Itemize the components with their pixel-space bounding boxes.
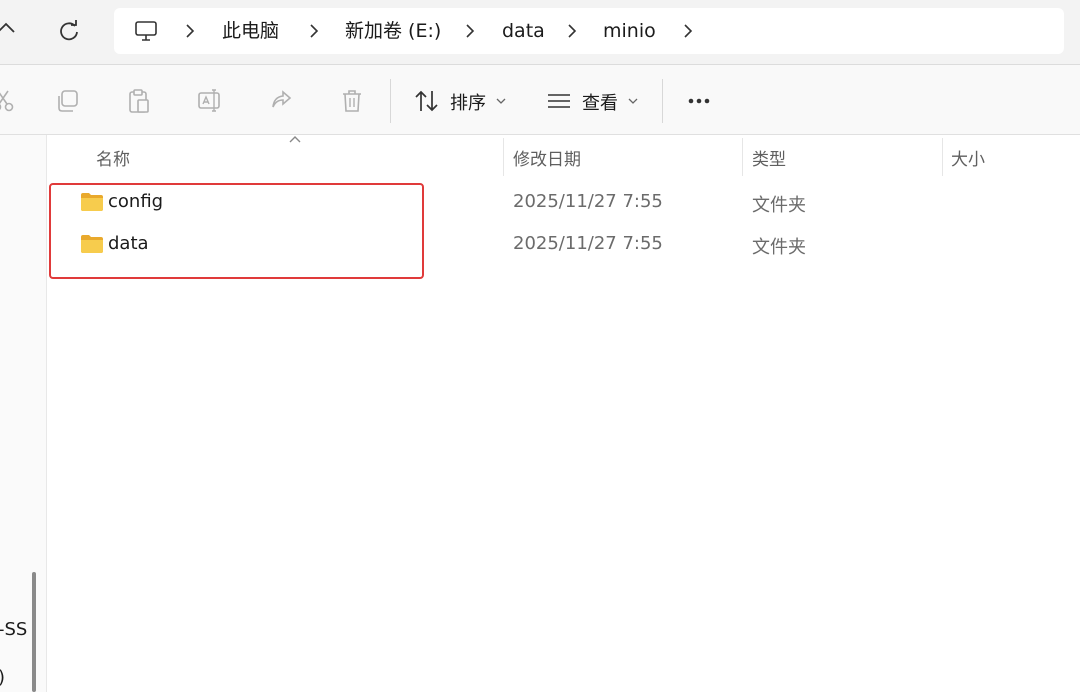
chevron-down-icon: [496, 98, 506, 104]
column-header-size[interactable]: 大小: [951, 145, 985, 170]
chevron-down-icon: [628, 98, 638, 104]
sort-label: 排序: [450, 93, 486, 114]
more-options-icon[interactable]: [686, 87, 714, 115]
breadcrumb-chevron-icon[interactable]: [182, 23, 198, 39]
refresh-icon[interactable]: [56, 18, 82, 44]
breadcrumb-chevron-icon[interactable]: [564, 23, 580, 39]
column-header-name[interactable]: 名称: [96, 145, 130, 170]
file-type: 文件夹: [752, 195, 806, 216]
navigation-pane: -SS ): [0, 135, 46, 692]
breadcrumb-item-this-pc[interactable]: 此电脑: [222, 8, 279, 54]
breadcrumb-chevron-icon[interactable]: [680, 23, 696, 39]
breadcrumb-item-data[interactable]: data: [502, 8, 545, 54]
breadcrumb-chevron-icon[interactable]: [306, 23, 322, 39]
toolbar-separator: [390, 79, 391, 123]
column-header-type[interactable]: 类型: [752, 145, 786, 170]
up-arrow-icon[interactable]: [0, 18, 16, 42]
file-modified-date: 2025/11/27 7:55: [513, 233, 663, 254]
highlight-annotation: [49, 183, 424, 279]
this-pc-icon[interactable]: [134, 19, 158, 43]
column-header-date[interactable]: 修改日期: [513, 145, 581, 170]
sort-ascending-caret-icon: [289, 136, 301, 143]
copy-icon[interactable]: [55, 88, 81, 114]
divider: [0, 134, 1080, 135]
breadcrumb-item-drive-e[interactable]: 新加卷 (E:): [345, 8, 441, 54]
command-bar: 排序 查看: [0, 65, 1080, 135]
toolbar-separator: [662, 79, 663, 123]
breadcrumb-chevron-icon[interactable]: [462, 23, 478, 39]
paste-icon[interactable]: [126, 88, 152, 114]
file-type: 文件夹: [752, 237, 806, 258]
column-separator[interactable]: [942, 138, 943, 176]
view-label: 查看: [582, 93, 618, 114]
sort-icon: [415, 90, 438, 112]
breadcrumb-item-minio[interactable]: minio: [603, 8, 656, 54]
nav-item-fragment[interactable]: ): [0, 667, 5, 688]
file-modified-date: 2025/11/27 7:55: [513, 191, 663, 212]
column-separator[interactable]: [742, 138, 743, 176]
share-icon[interactable]: [268, 88, 294, 114]
nav-item-fragment[interactable]: -SS: [0, 619, 27, 640]
address-bar[interactable]: 此电脑 新加卷 (E:) data minio: [114, 8, 1064, 54]
delete-icon[interactable]: [339, 88, 365, 114]
cut-icon[interactable]: [0, 88, 16, 114]
address-toolbar: 此电脑 新加卷 (E:) data minio: [0, 0, 1080, 64]
navigation-scrollbar[interactable]: [32, 572, 36, 692]
rename-icon[interactable]: [197, 88, 223, 114]
pane-divider[interactable]: [46, 135, 47, 692]
view-icon: [548, 94, 570, 108]
sort-button[interactable]: 排序: [414, 85, 510, 117]
column-separator[interactable]: [503, 138, 504, 176]
view-button[interactable]: 查看: [546, 85, 642, 117]
